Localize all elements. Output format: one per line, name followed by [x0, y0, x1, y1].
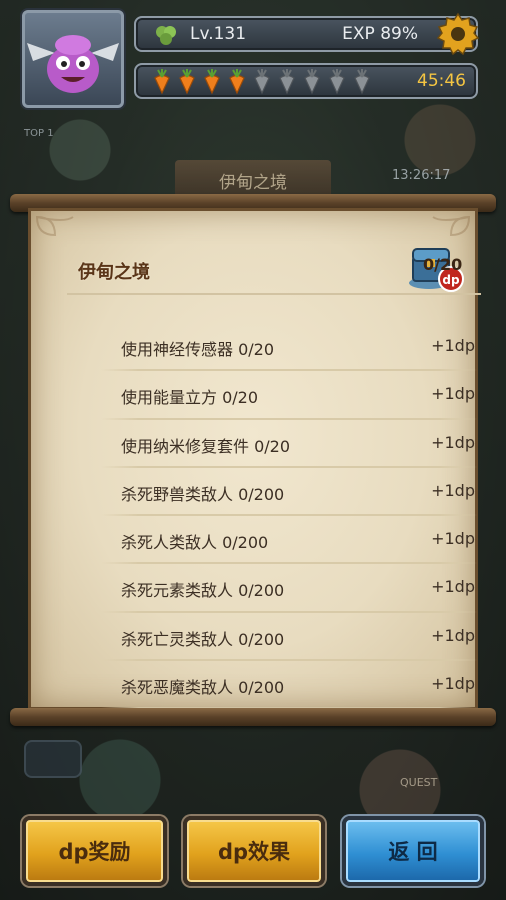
task-label: 杀死野兽类敌人 0/200 — [121, 484, 285, 504]
level-exp-bar: Lv.131 EXP 89% — [134, 12, 480, 56]
task-reward: +1dp — [431, 529, 475, 549]
energy-carrots — [150, 69, 374, 95]
menu-icon[interactable] — [24, 740, 82, 778]
dp-task-scroll: 伊甸之境 dp 0/20 使用神经传感器 0/20 +1dp 使用能量立方 0/20… — [10, 194, 496, 726]
task-row: 杀死野兽类敌人 0/200 +1dp — [91, 468, 491, 517]
corner-ornament-icon — [35, 215, 74, 237]
plaque-title: 伊甸之境 — [219, 173, 287, 193]
quest-sign: QUEST — [400, 776, 438, 789]
task-row: 使用能量立方 0/20 +1dp — [91, 371, 491, 420]
task-reward: +1dp — [431, 432, 475, 452]
task-reward: +1dp — [431, 336, 475, 355]
task-row: 使用神经传感器 0/20 +1dp — [91, 323, 491, 372]
carrot-empty-icon — [354, 69, 370, 95]
task-label: 使用神经传感器 0/20 — [121, 340, 275, 359]
task-reward: +1dp — [431, 625, 475, 645]
exp-label: EXP 89% — [342, 24, 418, 44]
monster-portrait-icon — [27, 35, 119, 93]
task-reward: +1dp — [431, 577, 475, 597]
task-row: 杀死元素类敌人 0/200 +1dp — [91, 564, 491, 614]
task-label: 杀死人类敌人 0/200 — [121, 533, 269, 553]
level-label: Lv.131 — [190, 24, 247, 44]
player-avatar[interactable] — [22, 10, 124, 108]
task-label: 使用能量立方 0/20 — [121, 388, 259, 408]
task-row: 使用纳米修复套件 0/20 +1dp — [91, 420, 491, 469]
dp-reward-button[interactable]: dp奖励 — [22, 816, 167, 886]
clover-level-icon — [156, 26, 176, 45]
energy-bar: 45:46 — [134, 63, 478, 99]
panel-progress: 0/20 — [423, 255, 463, 274]
map-timer: 13:26:17 — [392, 168, 451, 183]
scroll-rod-bottom — [10, 708, 496, 726]
task-label: 杀死恶魔类敌人 0/200 — [121, 678, 285, 698]
carrot-empty-icon — [329, 69, 345, 95]
panel-title: 伊甸之境 — [78, 262, 150, 283]
task-row: 杀死恶魔类敌人 0/200 +1dp — [91, 661, 491, 710]
task-list: 使用神经传感器 0/20 +1dp 使用能量立方 0/20 +1dp 使用纳米修复套件 … — [91, 323, 491, 710]
carrot-empty-icon — [279, 69, 295, 95]
task-row: 杀死人类敌人 0/200 +1dp — [91, 516, 491, 565]
task-reward: +1dp — [431, 480, 475, 500]
energy-timer: 45:46 — [417, 71, 466, 91]
carrot-empty-icon — [304, 69, 320, 95]
task-reward: +1dp — [431, 674, 475, 694]
title-divider — [67, 293, 481, 295]
dp-effect-button[interactable]: dp效果 — [183, 816, 325, 886]
task-row: 杀死亡灵类敌人 0/200 +1dp — [91, 613, 491, 662]
carrot-energy-icon — [154, 69, 170, 95]
task-label: 使用纳米修复套件 0/20 — [121, 436, 291, 456]
task-label: 杀死元素类敌人 0/200 — [121, 581, 285, 601]
back-button[interactable]: 返 回 — [342, 816, 484, 886]
carrot-empty-icon — [254, 69, 270, 95]
task-label: 杀死亡灵类敌人 0/200 — [121, 629, 285, 649]
carrot-energy-icon — [229, 69, 245, 95]
svg-text:dp: dp — [442, 273, 460, 287]
parchment-panel: 伊甸之境 dp 0/20 使用神经传感器 0/20 +1dp 使用能量立方 0/20… — [28, 208, 481, 710]
leaderboard-ticket: TOP 1 — [24, 128, 54, 139]
settings-gear-icon[interactable] — [434, 10, 482, 58]
carrot-energy-icon — [179, 69, 195, 95]
task-reward: +1dp — [431, 384, 475, 404]
carrot-energy-icon — [204, 69, 220, 95]
